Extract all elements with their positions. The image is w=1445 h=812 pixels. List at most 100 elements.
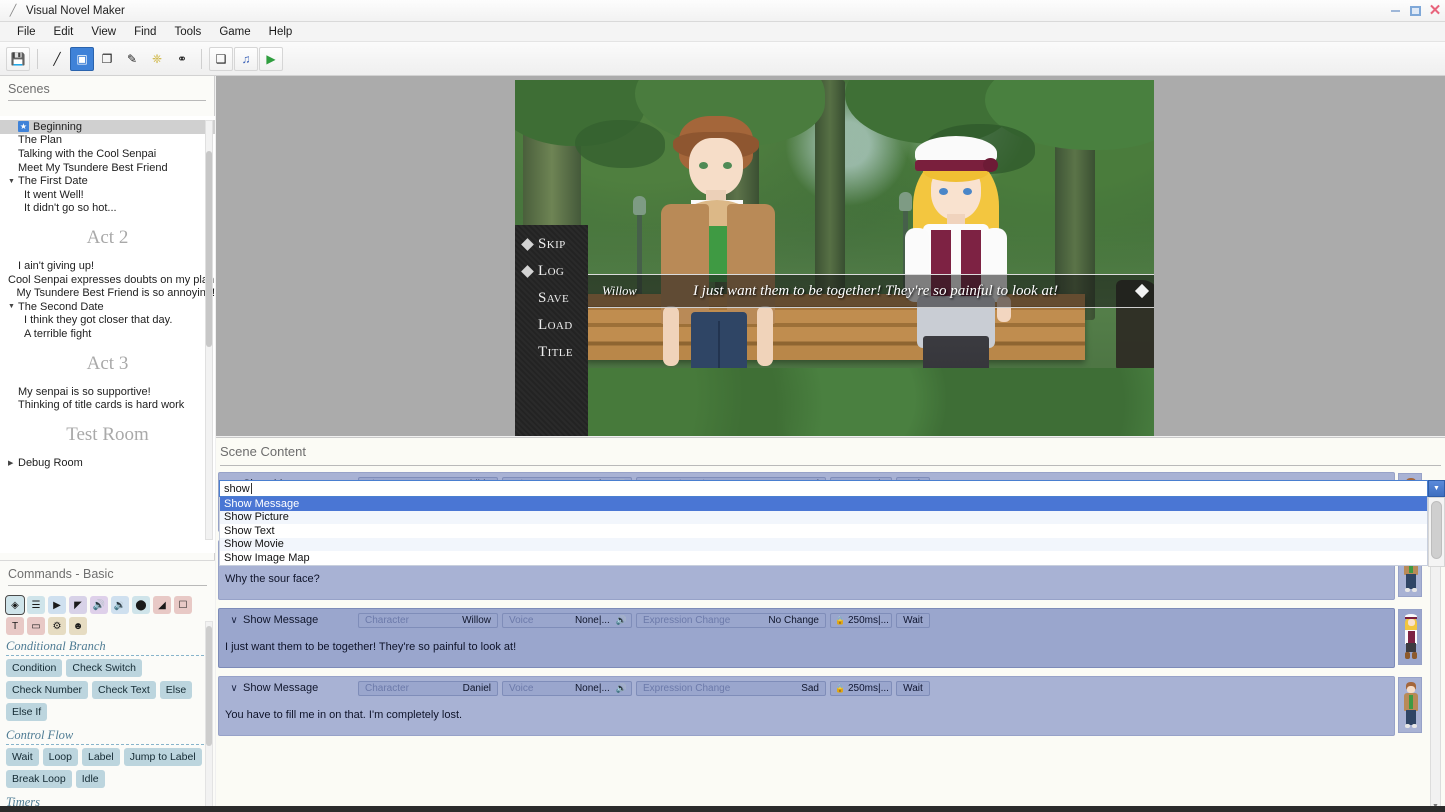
command-icon-emotion[interactable]: ☻ — [69, 617, 87, 635]
game-preview[interactable]: SkipLogSaveLoadTitle Willow I just want … — [515, 80, 1154, 436]
scene-item[interactable]: Talking with the Cool Senpai — [0, 147, 215, 161]
collapse-chevron-icon[interactable]: ∨ — [225, 615, 243, 626]
speaker-icon[interactable]: 🔊 — [616, 615, 631, 626]
commands-scrollbar-thumb[interactable] — [206, 626, 212, 746]
scene-item[interactable]: It didn't go so hot... — [0, 202, 215, 216]
command-icon-movie[interactable]: ▶ — [48, 596, 66, 614]
scene-item[interactable]: I ain't giving up! — [0, 259, 215, 273]
scenes-tree[interactable]: ★BeginningThe PlanTalking with the Cool … — [0, 116, 215, 553]
menu-find[interactable]: Find — [125, 24, 165, 40]
copy-button[interactable]: ❐ — [95, 47, 119, 71]
menu-edit[interactable]: Edit — [45, 24, 83, 40]
menu-help[interactable]: Help — [260, 24, 302, 40]
scene-item[interactable]: A terrible fight — [0, 327, 215, 341]
maximize-button[interactable] — [1405, 0, 1425, 22]
scene-item[interactable]: ★Beginning — [0, 120, 215, 134]
speaker-icon[interactable]: 🔊 — [616, 683, 631, 694]
database-button[interactable]: ❑ — [209, 47, 233, 71]
command-chip[interactable]: Check Switch — [66, 659, 142, 677]
vn-menu-load[interactable]: Load — [515, 312, 588, 339]
autocomplete-option[interactable]: Show Text — [220, 524, 1427, 538]
scene-item[interactable]: Thinking of title cards is hard work — [0, 398, 215, 412]
autocomplete-scrollbar-thumb[interactable] — [1431, 501, 1442, 559]
close-button[interactable]: ✕ — [1425, 0, 1445, 22]
command-chip[interactable]: Idle — [76, 770, 105, 788]
vn-dialogue-bar[interactable]: Willow I just want them to be together! … — [588, 274, 1154, 308]
scene-item[interactable]: ▼The First Date — [0, 174, 215, 188]
scenes-scrollbar[interactable] — [205, 120, 213, 540]
autocomplete-options[interactable]: Show MessageShow PictureShow TextShow Mo… — [219, 497, 1428, 566]
command-row[interactable]: ∨Show MessageCharacterDanielVoiceNone|..… — [218, 676, 1395, 736]
audio-button[interactable]: ♫ — [234, 47, 258, 71]
command-icon-settings[interactable]: ⚙ — [48, 617, 66, 635]
autocomplete-input[interactable]: show — [219, 480, 1428, 497]
menu-file[interactable]: File — [8, 24, 45, 40]
command-icon-box[interactable]: ☐ — [174, 596, 192, 614]
menu-tools[interactable]: Tools — [165, 24, 210, 40]
scene-item[interactable]: Cool Senpai expresses doubts on my plan! — [0, 273, 215, 287]
wait-field[interactable]: Wait — [896, 613, 930, 628]
scene-item[interactable]: My senpai is so supportive! — [0, 385, 215, 399]
command-icon-list[interactable]: ☰ — [27, 596, 45, 614]
command-icon-sound[interactable]: 🔊 — [90, 596, 108, 614]
command-chip[interactable]: Condition — [6, 659, 62, 677]
voice-field[interactable]: VoiceNone|...🔊 — [502, 681, 632, 696]
collapse-chevron-icon[interactable]: ∨ — [225, 683, 243, 694]
expression-change-field[interactable]: Expression ChangeNo Change — [636, 613, 826, 628]
voice-field[interactable]: VoiceNone|...🔊 — [502, 613, 632, 628]
twisty-icon[interactable]: ▼ — [8, 178, 18, 185]
menu-game[interactable]: Game — [210, 24, 259, 40]
autocomplete-option[interactable]: Show Picture — [220, 511, 1427, 525]
paint-tool-button[interactable]: ╱ — [45, 47, 69, 71]
command-icon-clapper[interactable]: ◤ — [69, 596, 87, 614]
autocomplete-option[interactable]: Show Movie — [220, 538, 1427, 552]
command-chip[interactable]: Label — [82, 748, 120, 766]
duration-field[interactable]: 🔒250ms|... — [830, 613, 892, 628]
command-icon-text[interactable]: T — [6, 617, 24, 635]
vn-menu-title[interactable]: Title — [515, 339, 588, 366]
autocomplete-option[interactable]: Show Image Map — [220, 551, 1427, 565]
twisty-icon[interactable]: ▼ — [8, 303, 18, 310]
scene-item[interactable]: My Tsundere Best Friend is so annoying! — [0, 286, 215, 300]
character-field[interactable]: CharacterDaniel — [358, 681, 498, 696]
minimize-button[interactable] — [1385, 0, 1405, 22]
edit-notes-button[interactable]: ✎ — [120, 47, 144, 71]
command-icon-voice[interactable]: 🔉 — [111, 596, 129, 614]
command-icon-balloon[interactable]: ⬤ — [132, 596, 150, 614]
vn-menu-skip[interactable]: Skip — [515, 231, 588, 258]
scenes-scrollbar-thumb[interactable] — [206, 151, 212, 347]
scene-item[interactable]: I think they got closer that day. — [0, 314, 215, 328]
command-chip[interactable]: Check Text — [92, 681, 156, 699]
scene-item[interactable]: ▼The Second Date — [0, 300, 215, 314]
plugin-button[interactable]: ❈ — [145, 47, 169, 71]
command-chip[interactable]: Check Number — [6, 681, 88, 699]
scene-editor-button[interactable]: ▣ — [70, 47, 94, 71]
menu-view[interactable]: View — [82, 24, 125, 40]
command-icon-picture[interactable]: ◢ — [153, 596, 171, 614]
command-chip[interactable]: Wait — [6, 748, 39, 766]
command-chip[interactable]: Jump to Label — [124, 748, 202, 766]
command-chip[interactable]: Loop — [43, 748, 78, 766]
vn-menu-save[interactable]: Save — [515, 285, 588, 312]
command-row[interactable]: ∨Show MessageCharacterWillowVoiceNone|..… — [218, 608, 1395, 668]
advance-diamond-icon[interactable] — [1130, 286, 1154, 296]
command-chip[interactable]: Break Loop — [6, 770, 72, 788]
save-button[interactable]: 💾 — [6, 47, 30, 71]
expression-change-field[interactable]: Expression ChangeSad — [636, 681, 826, 696]
scene-item[interactable]: ▶Debug Room — [0, 456, 215, 470]
autocomplete-dropdown-button[interactable]: ▼ — [1428, 480, 1445, 497]
wait-field[interactable]: Wait — [896, 681, 930, 696]
scene-item[interactable]: It went Well! — [0, 188, 215, 202]
vn-menu-log[interactable]: Log — [515, 258, 588, 285]
commands-scrollbar[interactable] — [205, 621, 213, 812]
play-test-button[interactable]: ▶ — [259, 47, 283, 71]
twisty-icon[interactable]: ▶ — [8, 459, 18, 467]
command-chip[interactable]: Else If — [6, 703, 47, 721]
character-field[interactable]: CharacterWillow — [358, 613, 498, 628]
command-chip[interactable]: Else — [160, 681, 192, 699]
scene-item[interactable]: Meet My Tsundere Best Friend — [0, 161, 215, 175]
link-button[interactable]: ⚭ — [170, 47, 194, 71]
command-icon-message[interactable]: ◈ — [6, 596, 24, 614]
command-icon-window[interactable]: ▭ — [27, 617, 45, 635]
duration-field[interactable]: 🔒250ms|... — [830, 681, 892, 696]
